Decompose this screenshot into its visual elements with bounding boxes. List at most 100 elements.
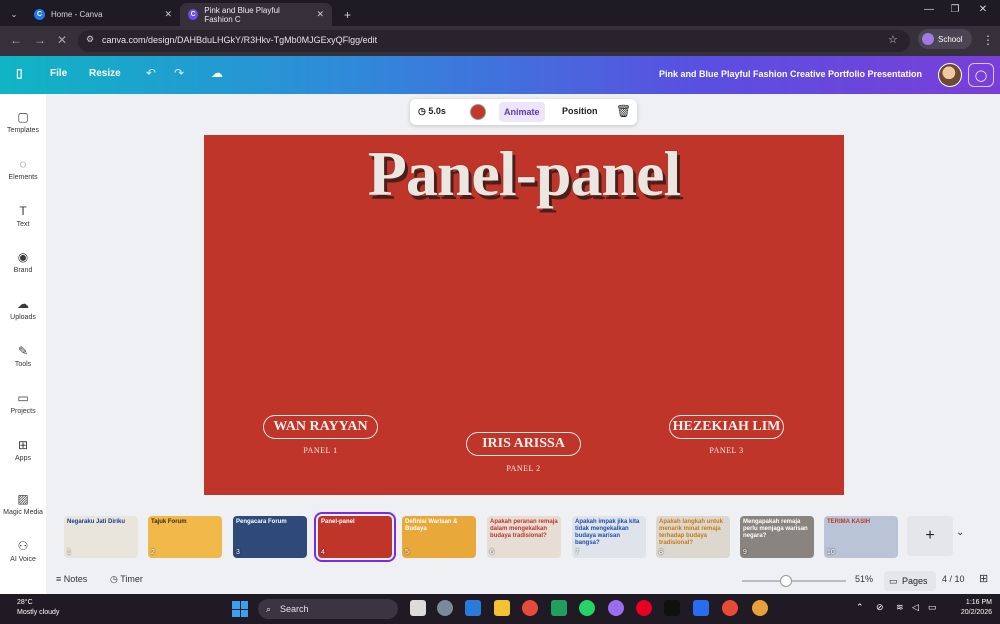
left-sidebar: ▢ Templates ◌ Elements T Text ◉ Brand ☁ Uploa… <box>0 94 46 594</box>
page-thumbnail-9[interactable]: Mengapakah remaja perlu menjaga warisan … <box>740 516 814 558</box>
panel-3-label[interactable]: PANEL 3 <box>669 446 784 455</box>
pinterest-icon[interactable] <box>636 600 652 616</box>
slide-title[interactable]: Panel-panel <box>204 137 844 211</box>
back-arrow-icon[interactable]: ← <box>10 33 22 47</box>
page-thumbnail-4[interactable]: Panel-panel 4 <box>314 512 396 562</box>
roblox-icon[interactable] <box>693 600 709 616</box>
minimize-icon[interactable]: — <box>920 4 938 15</box>
sidebar-item-magic-media[interactable]: ▨ Magic Media <box>0 492 46 516</box>
page-counter[interactable]: 4 / 10 <box>942 574 965 584</box>
document-title[interactable]: Pink and Blue Playful Fashion Creative P… <box>659 69 922 79</box>
sidebar-item-templates[interactable]: ▢ Templates <box>0 110 46 134</box>
slide-canvas[interactable]: Panel-panel WAN RAYYAN PANEL 1 IRIS ARIS… <box>204 135 844 495</box>
chrome-icon[interactable] <box>722 600 738 616</box>
taskbar-search[interactable]: ⌕ Search <box>258 599 398 619</box>
taskbar-clock[interactable]: 1:16 PM 20/2/2026 <box>948 598 992 618</box>
weather-widget[interactable]: 28°C Mostly cloudy <box>17 598 59 618</box>
chrome-icon[interactable] <box>522 600 538 616</box>
duration-button[interactable]: ◷ 5.0s <box>418 106 446 117</box>
thumbnail-number: 3 <box>236 549 240 556</box>
page-thumbnail-6[interactable]: Apakah peranan remaja dalam mengekalkan … <box>487 516 561 558</box>
tools-icon: ✎ <box>17 344 29 358</box>
close-icon[interactable]: ✕ <box>316 9 324 20</box>
resize-button[interactable]: Resize <box>89 68 121 79</box>
sidebar-item-projects[interactable]: ▭ Projects <box>0 391 46 415</box>
redo-icon[interactable]: ↷ <box>174 66 184 80</box>
restore-icon[interactable]: ❐ <box>946 4 964 15</box>
projects-icon: ▭ <box>17 391 29 405</box>
cloud-saved-icon[interactable]: ☁ <box>211 66 223 80</box>
timer-button[interactable]: ◷ Timer <box>110 574 143 585</box>
sidebar-item-ai-voice[interactable]: ⚇ AI Voice <box>0 539 46 563</box>
sidebar-item-uploads[interactable]: ☁ Uploads <box>0 297 46 321</box>
avatar[interactable] <box>938 63 962 87</box>
whatsapp-icon[interactable] <box>579 600 595 616</box>
page-thumbnails: Negaraku Jati Diriku 1 Tajuk Forum 2 Pengaca… <box>46 508 1000 566</box>
window-close-icon[interactable]: ✕ <box>974 4 992 15</box>
undo-icon[interactable]: ↶ <box>146 66 156 80</box>
grid-view-icon[interactable]: ⊞ <box>979 572 988 585</box>
profile-chip[interactable]: School <box>918 29 972 49</box>
position-button[interactable]: Position <box>562 106 598 116</box>
page-thumbnail-1[interactable]: Negaraku Jati Diriku 1 <box>64 516 138 558</box>
loading-stop-icon[interactable]: ✕ <box>57 33 67 47</box>
thumbnail-text: Panel-panel <box>321 519 355 525</box>
tab-title: Pink and Blue Playful Fashion C <box>204 5 280 24</box>
url-field[interactable]: ⚙ canva.com/design/DAHBduLHGkY/R3Hkv-TgM… <box>78 30 910 52</box>
tiktok-icon[interactable] <box>664 600 680 616</box>
zoom-level[interactable]: 51% <box>855 574 873 584</box>
animate-button[interactable]: Animate <box>499 102 545 122</box>
sidebar-item-apps[interactable]: ⊞ Apps <box>0 438 46 462</box>
thumbnail-text: Pengacara Forum <box>236 519 287 525</box>
panel-2-name[interactable]: IRIS ARISSA <box>466 432 581 456</box>
sidebar-item-text[interactable]: T Text <box>0 204 46 228</box>
chevron-down-icon[interactable]: ⌄ <box>956 527 964 538</box>
panel-2-label[interactable]: PANEL 2 <box>466 464 581 473</box>
bookmark-star-icon[interactable]: ☆ <box>888 33 898 46</box>
chrome-profile-icon[interactable] <box>752 600 768 616</box>
page-thumbnail-5[interactable]: Definisi Warisan & Budaya 5 <box>402 516 476 558</box>
panel-1-name[interactable]: WAN RAYYAN <box>263 415 378 439</box>
browser-menu-icon[interactable]: ⋮ <box>982 33 994 47</box>
toggle-sidebar-icon[interactable]: ▯ <box>16 66 23 80</box>
page-thumbnail-10[interactable]: TERIMA KASIH 10 <box>824 516 898 558</box>
tab-search-button[interactable]: ⌄ <box>2 3 26 26</box>
settings-icon[interactable] <box>437 600 453 616</box>
zoom-slider[interactable] <box>742 580 846 582</box>
page-thumbnail-3[interactable]: Pengacara Forum 3 <box>233 516 307 558</box>
panel-3-name[interactable]: HEZEKIAH LIM <box>669 415 784 439</box>
zoom-slider-handle[interactable] <box>780 575 792 587</box>
add-page-button[interactable]: + <box>907 516 953 556</box>
close-icon[interactable]: ✕ <box>164 9 172 20</box>
file-menu-button[interactable]: File <box>50 68 67 79</box>
trash-icon[interactable]: 🗑 <box>616 104 631 118</box>
panel-1-label[interactable]: PANEL 1 <box>263 446 378 455</box>
sidebar-item-elements[interactable]: ◌ Elements <box>0 157 46 181</box>
file-explorer-icon[interactable] <box>494 600 510 616</box>
windows-start-icon[interactable] <box>232 601 248 617</box>
new-tab-button[interactable]: + <box>336 3 356 26</box>
tab-current-design[interactable]: C Pink and Blue Playful Fashion C ✕ <box>180 3 332 26</box>
network-icon[interactable]: ⊘ <box>876 602 884 613</box>
messenger-icon[interactable] <box>608 600 624 616</box>
sidebar-item-tools[interactable]: ✎ Tools <box>0 344 46 368</box>
battery-icon[interactable]: ▭ <box>928 602 937 613</box>
app-icon[interactable] <box>551 600 567 616</box>
page-thumbnail-2[interactable]: Tajuk Forum 2 <box>148 516 222 558</box>
chevron-up-icon[interactable]: ⌃ <box>856 602 864 613</box>
page-thumbnail-8[interactable]: Apakah langkah untuk menarik minat remaj… <box>656 516 730 558</box>
color-swatch-button[interactable] <box>470 104 486 120</box>
tab-home-canva[interactable]: C Home - Canva ✕ <box>26 3 180 26</box>
task-view-icon[interactable] <box>410 600 426 616</box>
store-icon[interactable] <box>465 600 481 616</box>
notes-button[interactable]: ≡ Notes <box>56 574 87 584</box>
templates-icon: ▢ <box>17 110 29 124</box>
comment-icon[interactable]: ◯ <box>968 63 994 87</box>
wifi-icon[interactable]: ≋ <box>896 602 904 613</box>
site-info-icon[interactable]: ⚙ <box>86 34 94 45</box>
sidebar-item-brand[interactable]: ◉ Brand <box>0 250 46 274</box>
forward-arrow-icon[interactable]: → <box>34 33 46 47</box>
page-thumbnail-7[interactable]: Apakah impak jika kita tidak mengekalkan… <box>572 516 646 558</box>
volume-icon[interactable]: ◁ <box>912 602 919 613</box>
pages-button[interactable]: ▭ Pages <box>884 571 936 591</box>
